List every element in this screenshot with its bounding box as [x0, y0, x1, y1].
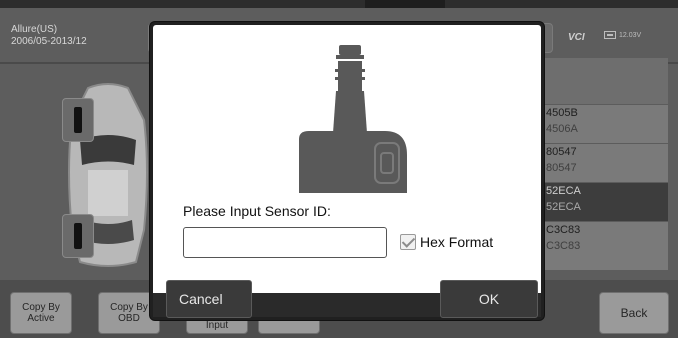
sensor-row[interactable]: C3C83 C3C83	[540, 221, 668, 260]
sensor-id-input[interactable]	[183, 227, 387, 258]
sensor-id: C3C83	[546, 224, 581, 236]
battery-icon	[604, 31, 616, 39]
tire-rear-left[interactable]	[62, 214, 94, 258]
vehicle-years: 2006/05-2013/12	[11, 36, 87, 47]
sensor-id-secondary: 4506A	[546, 123, 578, 135]
battery-status: 12.03V	[604, 31, 641, 39]
back-button[interactable]: Back	[599, 292, 669, 334]
hex-format-toggle[interactable]: Hex Format	[400, 234, 493, 250]
tpms-sensor-icon	[299, 45, 407, 193]
vehicle-info: Allure(US) 2006/05-2013/12	[11, 24, 87, 48]
hex-format-label: Hex Format	[420, 234, 494, 250]
ok-button[interactable]: OK	[440, 280, 538, 318]
top-bar	[0, 0, 678, 8]
copy-by-active-button[interactable]: Copy By Active	[10, 292, 72, 334]
hex-format-checkbox[interactable]	[400, 234, 416, 250]
vehicle-model: Allure(US)	[11, 24, 58, 35]
sensor-list-header	[540, 58, 668, 104]
sensor-row[interactable]: 52ECA 52ECA	[540, 182, 668, 221]
cancel-button[interactable]: Cancel	[166, 280, 252, 318]
sensor-id-secondary: C3C83	[546, 240, 581, 252]
sensor-id: 4505B	[546, 107, 578, 119]
sensor-row[interactable]: 4505B 4506A	[540, 104, 668, 143]
tire-front-left[interactable]	[62, 98, 94, 142]
sensor-id-list: 4505B 4506A 80547 80547 52ECA 52ECA C3C8…	[540, 58, 668, 270]
sensor-row[interactable]: 80547 80547	[540, 143, 668, 182]
sensor-id-secondary: 80547	[546, 162, 577, 174]
vci-status: VCI	[568, 32, 585, 43]
sensor-id: 80547	[546, 146, 577, 158]
sensor-id-prompt: Please Input Sensor ID:	[183, 203, 331, 219]
top-tab-indicator	[365, 0, 445, 8]
dialog-body: Please Input Sensor ID: Hex Format	[153, 25, 541, 293]
sensor-id-dialog: Please Input Sensor ID: Hex Format Cance…	[150, 22, 544, 320]
battery-voltage: 12.03V	[619, 31, 642, 39]
sensor-id-secondary: 52ECA	[546, 201, 581, 213]
sensor-id: 52ECA	[546, 185, 581, 197]
